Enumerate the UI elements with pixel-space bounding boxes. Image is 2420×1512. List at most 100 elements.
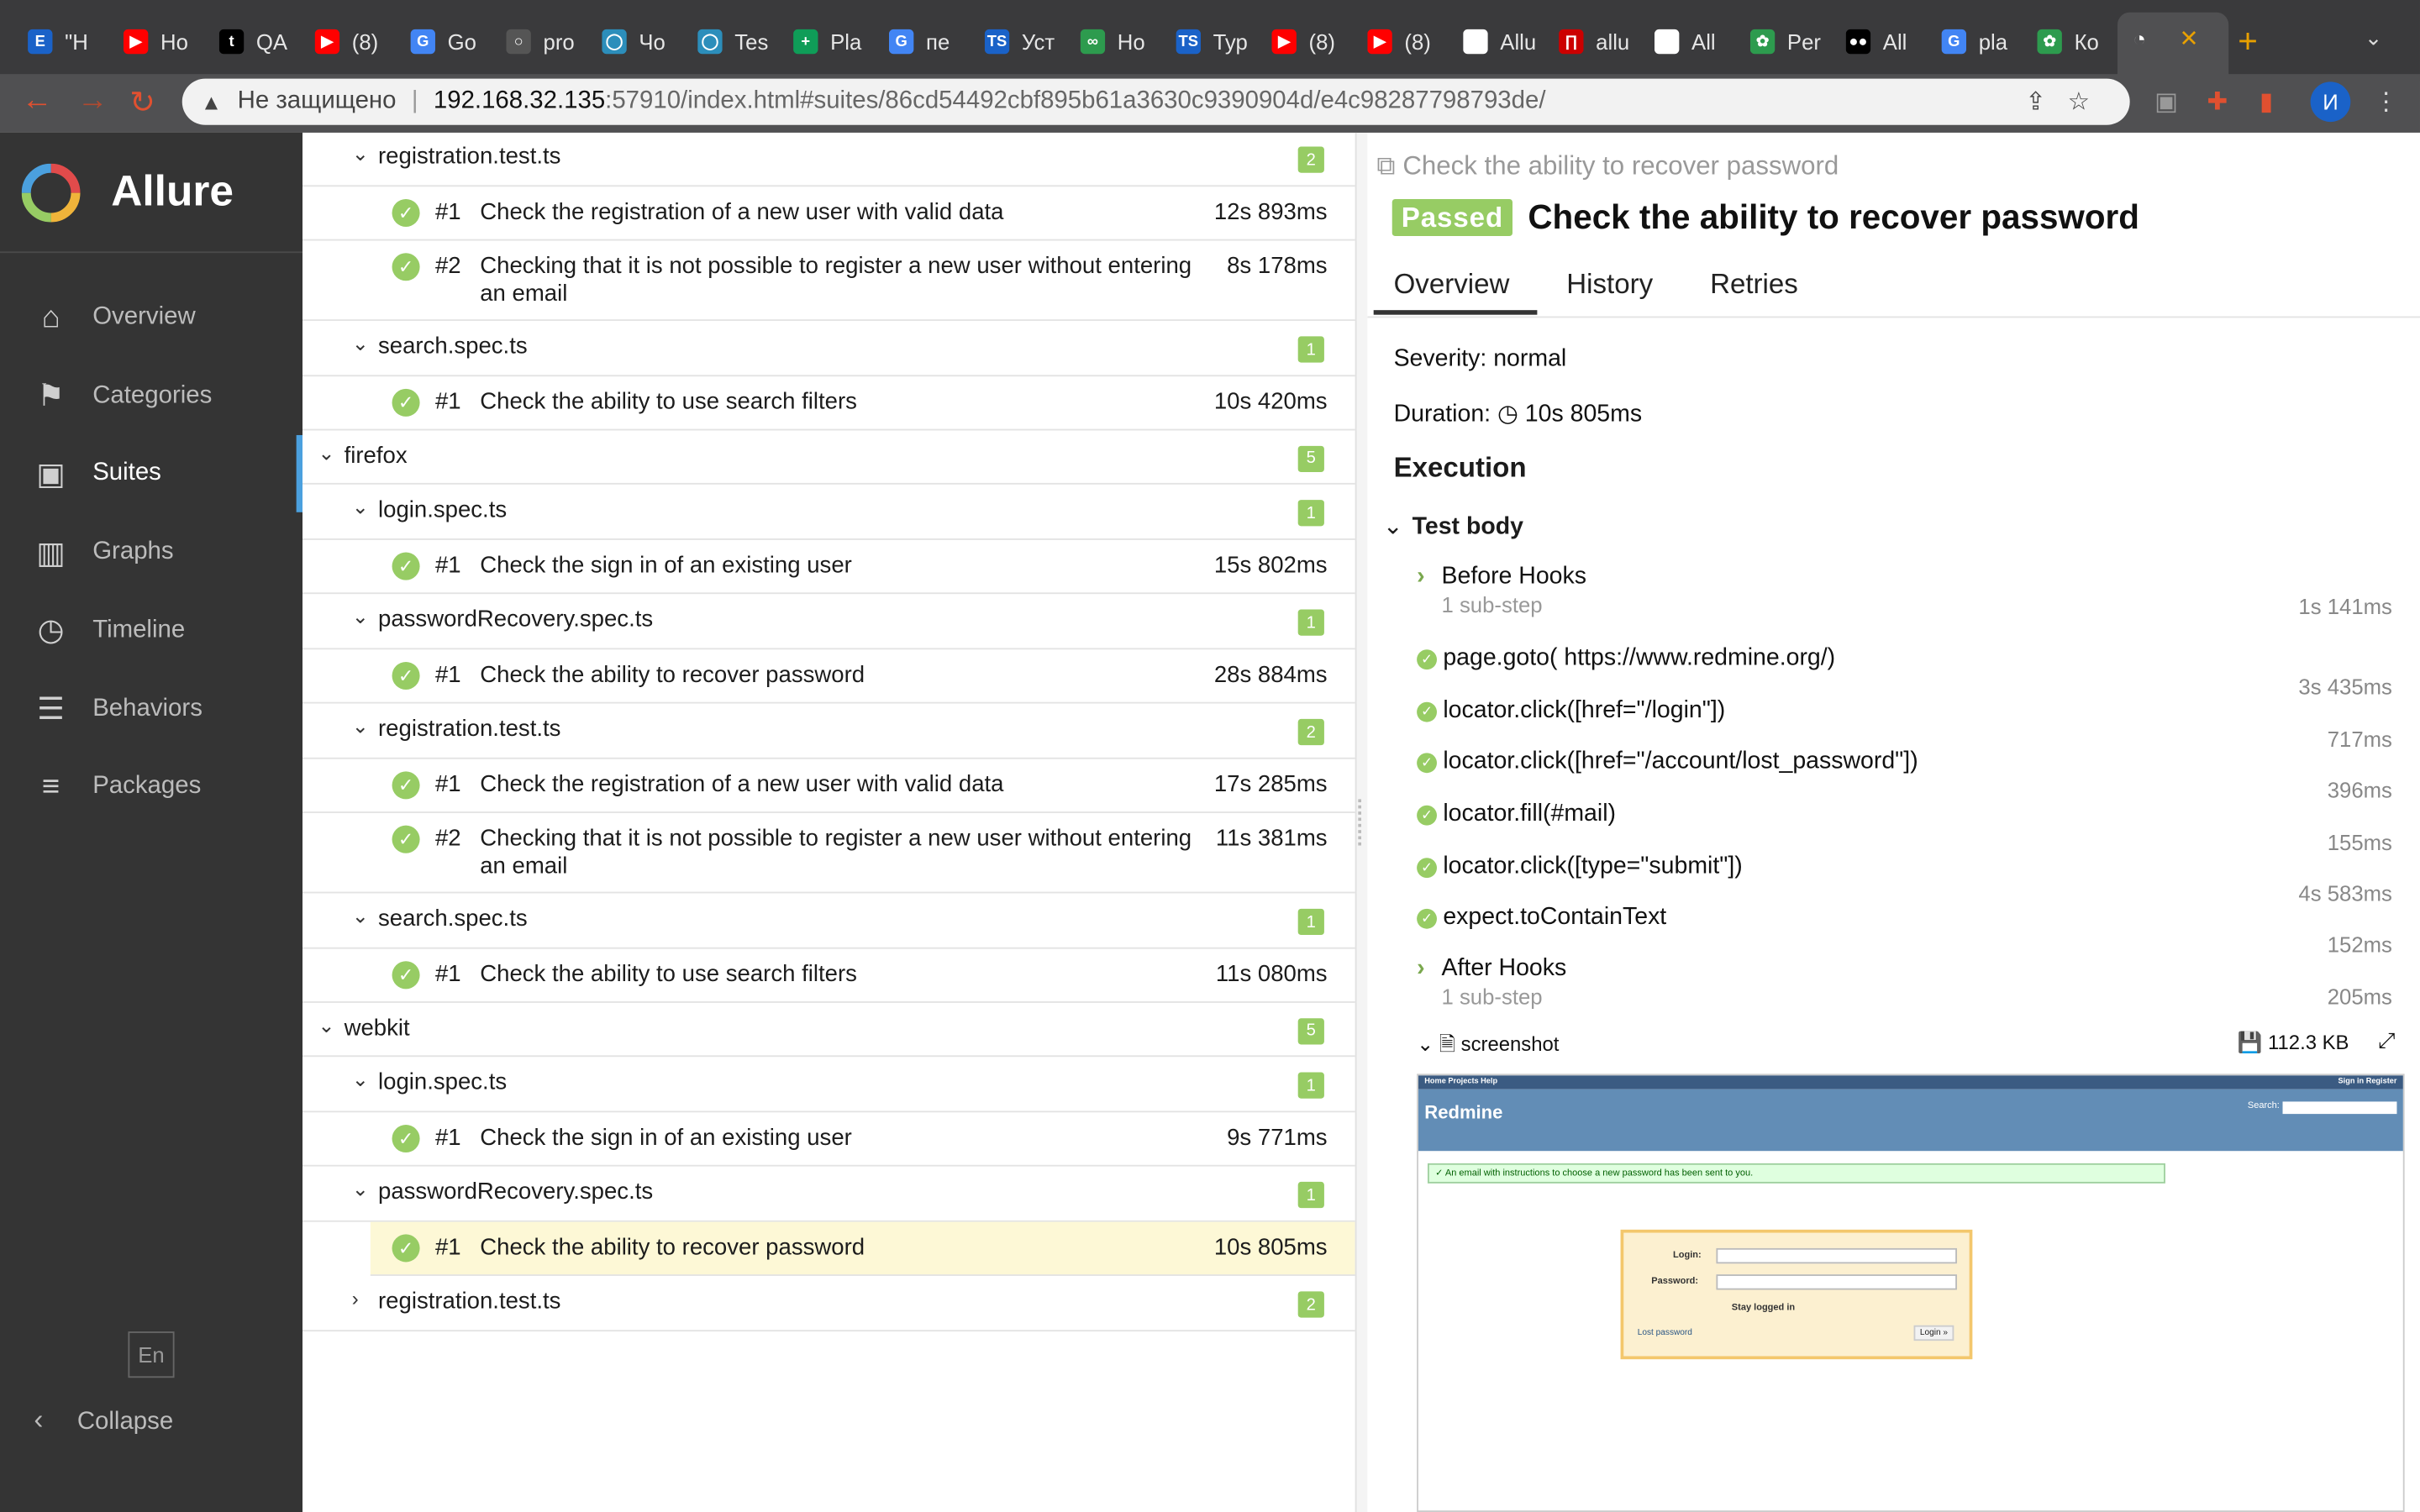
new-tab-button[interactable]: + [2238, 22, 2258, 62]
address-bar[interactable]: ▲ Не защищено | 192.168.32.135 :57910/in… [182, 78, 2130, 125]
back-icon[interactable]: ← [22, 83, 53, 118]
sidebar-item-behaviors[interactable]: ☰ Behaviors [0, 670, 302, 748]
count-badge: 2 [1297, 1291, 1324, 1318]
browser-tab[interactable]: ∞ Ho [1080, 18, 1171, 65]
fullscreen-icon[interactable]: ⤢ [2378, 1027, 2396, 1053]
extension-se-icon[interactable]: ▣ [2154, 87, 2178, 118]
browser-menu-icon[interactable]: ⋮ [2374, 87, 2398, 118]
step-group[interactable]: › Before Hooks [1417, 563, 1586, 591]
sidebar-toggle-icon[interactable]: ▮ [2260, 87, 2273, 118]
tab-label: QA [255, 29, 288, 55]
browser-tab[interactable]: TS Тур [1176, 18, 1266, 65]
tree-group[interactable]: ⌄ registration.test.ts 2 [302, 133, 1355, 187]
sidebar-item-timeline[interactable]: ◷ Timeline [0, 592, 302, 669]
tree-group[interactable]: ⌄ registration.test.ts 2 [302, 704, 1355, 759]
screenshot-attachment[interactable]: Home Projects Help Sign in Register Redm… [1417, 1074, 2405, 1512]
browser-tab[interactable]: ▶ Но [123, 18, 213, 65]
tree-group[interactable]: ⌄ search.spec.ts 1 [302, 321, 1355, 377]
test-case-row[interactable]: ✓ #1 Check the sign in of an existing user… [302, 540, 1355, 595]
browser-tab[interactable]: t QA [218, 18, 309, 65]
test-title: Check the registration of a new user wit… [480, 771, 1004, 798]
tree-group[interactable]: ⌄ passwordRecovery.spec.ts 1 [302, 594, 1355, 650]
tree-group[interactable]: ⌄ search.spec.ts 1 [302, 893, 1355, 949]
severity: Severity: normal [1393, 345, 1567, 372]
browser-tab[interactable]: E "Н [28, 18, 118, 65]
language-switch[interactable]: En [128, 1331, 175, 1378]
browser-tab[interactable]: Gпе [888, 18, 979, 65]
browser-tab[interactable]: ◔ All [1654, 18, 1744, 65]
collapse-button[interactable]: ‹ Collapse [34, 1404, 173, 1436]
sidebar-item-packages[interactable]: ≡ Packages [0, 748, 302, 826]
tab-search-icon[interactable]: ⌄ [2365, 24, 2383, 50]
profile-avatar[interactable]: И [2310, 81, 2351, 123]
step-item[interactable]: ✓ expect.toContainText [1417, 904, 1666, 932]
tab-favicon-icon: ▶ [314, 29, 340, 55]
browser-tab[interactable]: ◯ Tes [697, 18, 787, 65]
sidebar-item-label: Graphs [92, 538, 174, 565]
browser-tab[interactable]: ▶ (8) [314, 18, 405, 65]
step-name: Before Hooks [1441, 563, 1587, 590]
tab-favicon-icon: + [793, 29, 818, 55]
step-item[interactable]: ✓ locator.fill(#mail) [1417, 801, 1616, 828]
tree-group[interactable]: ⌄ webkit 5 [302, 1003, 1355, 1058]
test-case-row[interactable]: ✓ #1 Check the ability to use search filte… [302, 376, 1355, 431]
active-tab[interactable]: ◔ ✕ [2117, 12, 2229, 81]
browser-tab[interactable]: ◯ Чо [602, 18, 692, 65]
browser-tab[interactable]: ○ pro [506, 18, 596, 65]
splitter-grip-icon[interactable] [1358, 799, 1364, 846]
step-duration: 3s 435ms [2298, 674, 2392, 700]
step-item[interactable]: ✓ locator.click([href="/login"]) [1417, 697, 1725, 725]
browser-tab[interactable]: TS Уст [984, 18, 1075, 65]
test-case-row[interactable]: ✓ #1 Check the ability to recover password… [370, 1221, 1355, 1276]
test-case-row[interactable]: ✓ #2 Checking that it is not possible to r… [302, 241, 1355, 322]
tree-group[interactable]: ⌄ passwordRecovery.spec.ts 1 [302, 1167, 1355, 1222]
test-case-row[interactable]: ✓ #1 Check the registration of a new user … [302, 186, 1355, 241]
sidebar-item-categories[interactable]: ⚑ Categories [0, 358, 302, 435]
tab-overview[interactable]: Overview [1373, 269, 1538, 315]
browser-tab[interactable]: Gpla [1941, 18, 2032, 65]
copy-icon[interactable]: ⧉ [1376, 151, 1402, 181]
test-case-row[interactable]: ✓ #1 Check the ability to recover password… [302, 649, 1355, 704]
extension-puzzle-icon[interactable]: ✚ [2207, 87, 2228, 118]
share-star-icons[interactable]: ⇪☆ [2025, 87, 2111, 118]
reload-icon[interactable]: ↻ [129, 83, 155, 122]
test-number: #1 [434, 661, 461, 689]
tab-favicon-icon: ▶ [1367, 29, 1392, 55]
duration-value: 10s 805ms [1524, 401, 1643, 428]
test-case-row[interactable]: ✓ #2 Checking that it is not possible to r… [302, 813, 1355, 894]
browser-tab[interactable]: ▶ (8) [1271, 18, 1361, 65]
tree-group[interactable]: ⌄ login.spec.ts 1 [302, 1057, 1355, 1113]
forward-icon[interactable]: → [77, 83, 108, 118]
tab-retries[interactable]: Retries [1710, 269, 1798, 302]
tree-group[interactable]: ⌄ firefox 5 [302, 430, 1355, 485]
step-item[interactable]: ✓ locator.click([href="/account/lost_pass… [1417, 748, 1918, 776]
breadcrumb: ⧉ Check the ability to recover password [1376, 151, 1839, 182]
browser-tab[interactable]: G Go [410, 18, 501, 65]
tab-favicon-icon: ◯ [697, 29, 723, 55]
save-icon[interactable]: 💾 [2238, 1031, 2268, 1054]
test-case-row[interactable]: ✓ #1 Check the sign in of an existing user… [302, 1112, 1355, 1167]
test-body-toggle[interactable]: ⌄ Test body [1383, 512, 1523, 542]
sidebar-item-suites[interactable]: ▣ Suites [0, 435, 302, 513]
browser-tab[interactable]: ●● All [1845, 18, 1936, 65]
tab-history[interactable]: History [1566, 269, 1653, 302]
test-case-row[interactable]: ✓ #1 Check the ability to use search filte… [302, 949, 1355, 1003]
browser-tab[interactable]: ✿ Ко [2037, 18, 2127, 65]
close-tab-icon[interactable]: ✕ [2179, 24, 2198, 52]
step-item[interactable]: ✓ page.goto( https://www.redmine.org/) [1417, 645, 1835, 673]
attachment-toggle[interactable]: ⌄ 🗎 screenshot [1417, 1031, 1559, 1064]
redmine-login-button: Login » [1913, 1325, 1954, 1341]
tree-group[interactable]: › registration.test.ts 2 [302, 1276, 1355, 1332]
browser-tab[interactable]: ◔ Allu [1463, 18, 1553, 65]
step-group[interactable]: › After Hooks [1417, 955, 1566, 983]
sidebar-item-graphs[interactable]: ▥ Graphs [0, 514, 302, 591]
tree-group[interactable]: ⌄ login.spec.ts 1 [302, 485, 1355, 540]
test-case-row[interactable]: ✓ #1 Check the registration of a new user … [302, 759, 1355, 813]
browser-tab[interactable]: ▶ (8) [1367, 18, 1457, 65]
browser-tab[interactable]: ∏ allu [1559, 18, 1649, 65]
sidebar-item-overview[interactable]: ⌂ Overview [0, 279, 302, 356]
browser-tab[interactable]: + Pla [793, 18, 883, 65]
step-item[interactable]: ✓ locator.click([type="submit"]) [1417, 853, 1743, 881]
browser-tab[interactable]: ✿ Per [1749, 18, 1840, 65]
test-duration: 11s 080ms [1215, 961, 1328, 988]
